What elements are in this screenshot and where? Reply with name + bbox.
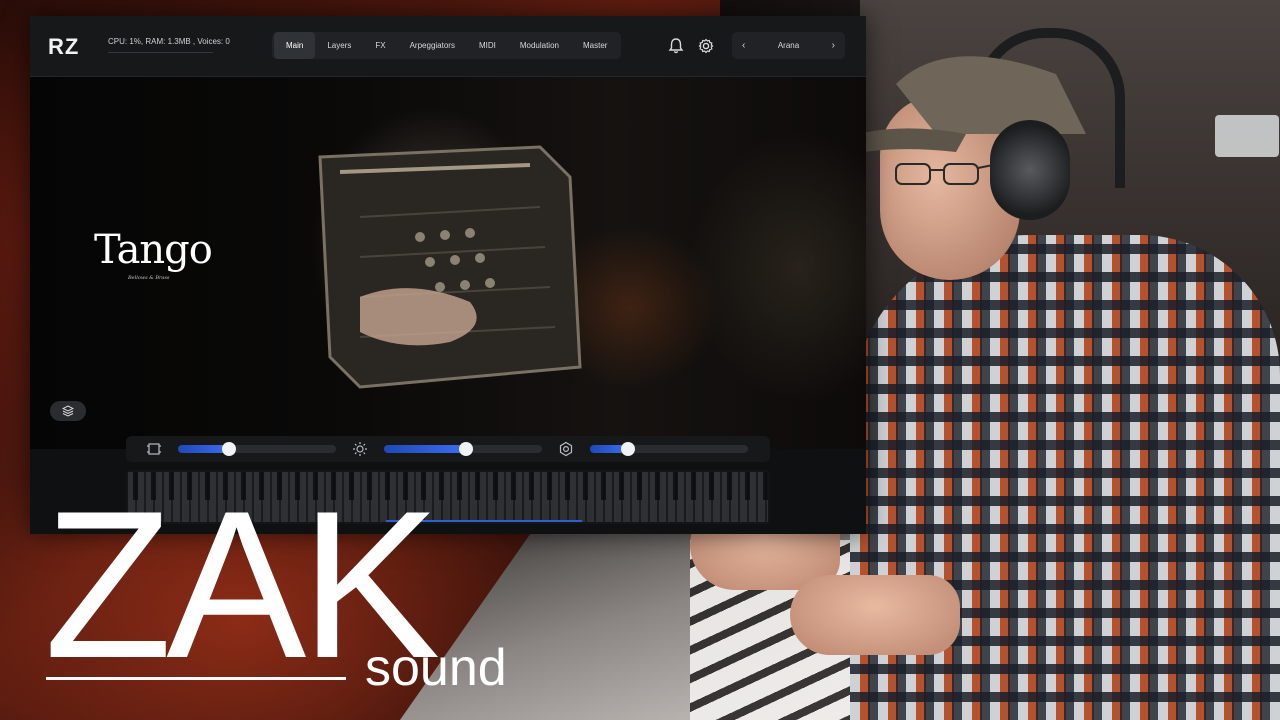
status-underline	[108, 52, 213, 53]
macro-slider-1-fill	[178, 445, 229, 453]
tab-main[interactable]: Main	[274, 32, 316, 59]
brand-underline	[46, 677, 346, 680]
instrument-subtitle: Bellows & Brass	[128, 275, 170, 281]
instrument-title: Tango	[94, 227, 213, 273]
tab-layers[interactable]: Layers	[315, 32, 363, 59]
macro-slider-3[interactable]	[590, 442, 748, 456]
plugin-window: RZ CPU: 1%, RAM: 1.3MB , Voices: 0 Main …	[30, 16, 866, 534]
macro-slider-1[interactable]	[178, 442, 336, 456]
macro-slider-1-thumb[interactable]	[221, 442, 236, 456]
right-hand	[790, 575, 960, 655]
tab-fx[interactable]: FX	[363, 32, 397, 59]
bandoneon-artwork	[318, 145, 582, 389]
glasses	[895, 163, 998, 185]
preset-selector: ‹ Arana ›	[732, 32, 845, 59]
macro-slider-2[interactable]	[384, 442, 542, 456]
macro-slider-3-thumb[interactable]	[620, 442, 635, 456]
instrument-artwork: Tango Bellows & Brass	[30, 77, 866, 449]
tab-midi[interactable]: MIDI	[467, 32, 508, 59]
headphone-earcup	[990, 120, 1070, 220]
sun-icon	[353, 442, 367, 456]
macro-controls	[126, 436, 770, 462]
tab-master[interactable]: Master	[571, 32, 619, 59]
studio-light	[1215, 115, 1279, 157]
layers-icon	[62, 405, 74, 417]
performance-status: CPU: 1%, RAM: 1.3MB , Voices: 0	[108, 37, 230, 46]
layers-toggle-button[interactable]	[50, 401, 86, 421]
plugin-logo: RZ	[48, 34, 80, 59]
plugin-header: RZ CPU: 1%, RAM: 1.3MB , Voices: 0 Main …	[30, 16, 866, 77]
bell-icon[interactable]	[666, 36, 686, 56]
brand-logo-sub: sound	[365, 639, 507, 697]
hexagon-icon	[559, 441, 573, 457]
preset-next-button[interactable]: ›	[832, 32, 835, 59]
gear-icon[interactable]	[696, 36, 716, 56]
frame-icon	[147, 443, 161, 455]
macro-slider-2-fill	[384, 445, 467, 453]
macro-slider-2-thumb[interactable]	[459, 442, 474, 456]
preset-name[interactable]: Arana	[732, 32, 845, 59]
tab-arpeggiators[interactable]: Arpeggiators	[398, 32, 467, 59]
tab-modulation[interactable]: Modulation	[508, 32, 571, 59]
main-tabs: Main Layers FX Arpeggiators MIDI Modulat…	[272, 32, 622, 59]
